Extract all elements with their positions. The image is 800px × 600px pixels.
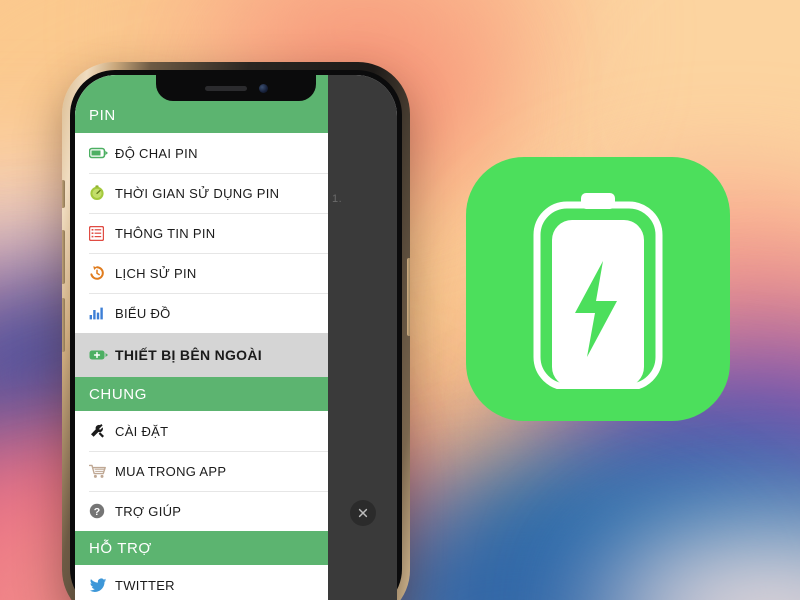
battery-bolt-glyph xyxy=(533,193,663,389)
speaker-grille-icon xyxy=(204,85,247,91)
drawer-item-label: CÀI ĐẶT xyxy=(115,423,169,439)
section-header-ho-tro: HỖ TRỢ xyxy=(75,531,328,565)
bar-chart-icon xyxy=(89,306,115,320)
list-icon xyxy=(89,225,115,241)
drawer-item-thoi-gian-su-dung-pin[interactable]: THỜI GIAN SỬ DỤNG PIN xyxy=(75,173,328,213)
overlay-ghost-text: 1. xyxy=(332,193,343,205)
twitter-bird-icon xyxy=(89,577,115,593)
tools-icon xyxy=(89,423,115,439)
stopwatch-icon xyxy=(89,185,115,201)
drawer-item-label: THIẾT BỊ BÊN NGOÀI xyxy=(115,347,262,363)
mute-switch-button[interactable] xyxy=(62,180,65,208)
volume-down-button[interactable] xyxy=(62,298,65,352)
phone-screen: PIN ĐỘ CHAI PIN THỜI GIAN SỬ DỤNG PIN TH… xyxy=(75,75,397,600)
drawer-item-label: LỊCH SỬ PIN xyxy=(115,265,197,281)
section-header-chung: CHUNG xyxy=(75,377,328,411)
shopping-cart-icon xyxy=(89,464,115,479)
svg-text:?: ? xyxy=(94,506,100,518)
drawer-item-label: TWITTER xyxy=(115,577,175,593)
side-drawer-menu: PIN ĐỘ CHAI PIN THỜI GIAN SỬ DỤNG PIN TH… xyxy=(75,75,328,600)
drawer-item-label: THÔNG TIN PIN xyxy=(115,225,216,241)
phone-notch xyxy=(156,75,316,101)
drawer-item-label: THỜI GIAN SỬ DỤNG PIN xyxy=(115,185,280,201)
drawer-item-cai-dat[interactable]: CÀI ĐẶT xyxy=(75,411,328,451)
history-icon xyxy=(89,265,115,281)
section-header-label: HỖ TRỢ xyxy=(89,539,152,557)
phone-mockup: PIN ĐỘ CHAI PIN THỜI GIAN SỬ DỤNG PIN TH… xyxy=(62,62,410,600)
help-circle-icon: ? xyxy=(89,503,115,519)
phone-bezel: PIN ĐỘ CHAI PIN THỜI GIAN SỬ DỤNG PIN TH… xyxy=(70,70,402,600)
drawer-item-do-chai-pin[interactable]: ĐỘ CHAI PIN xyxy=(75,133,328,173)
drawer-item-twitter[interactable]: TWITTER xyxy=(75,565,328,600)
battery-icon xyxy=(89,147,115,159)
drawer-item-mua-trong-app[interactable]: MUA TRONG APP xyxy=(75,451,328,491)
close-button[interactable] xyxy=(350,500,376,526)
section-header-label: PIN xyxy=(89,106,116,124)
power-button[interactable] xyxy=(407,258,410,336)
battery-charging-app-icon[interactable] xyxy=(466,157,730,421)
drawer-item-bieu-do[interactable]: BIỂU ĐỒ xyxy=(75,293,328,333)
drawer-item-thong-tin-pin[interactable]: THÔNG TIN PIN xyxy=(75,213,328,253)
close-icon xyxy=(358,508,368,518)
drawer-item-label: MUA TRONG APP xyxy=(115,463,227,479)
front-camera-icon xyxy=(258,83,268,93)
drawer-item-label: TRỢ GIÚP xyxy=(115,503,182,519)
drawer-item-lich-su-pin[interactable]: LỊCH SỬ PIN xyxy=(75,253,328,293)
volume-up-button[interactable] xyxy=(62,230,65,284)
drawer-item-thiet-bi-ben-ngoai[interactable]: THIẾT BỊ BÊN NGOÀI xyxy=(75,333,328,377)
wallpaper-background: PIN ĐỘ CHAI PIN THỜI GIAN SỬ DỤNG PIN TH… xyxy=(0,0,800,600)
battery-plus-icon xyxy=(89,349,115,361)
section-header-label: CHUNG xyxy=(89,385,147,403)
drawer-item-tro-giup[interactable]: ? TRỢ GIÚP xyxy=(75,491,328,531)
drawer-item-label: BIỂU ĐỒ xyxy=(115,305,171,321)
dimmed-content-overlay[interactable]: 1. xyxy=(328,75,397,600)
drawer-item-label: ĐỘ CHAI PIN xyxy=(115,145,198,161)
